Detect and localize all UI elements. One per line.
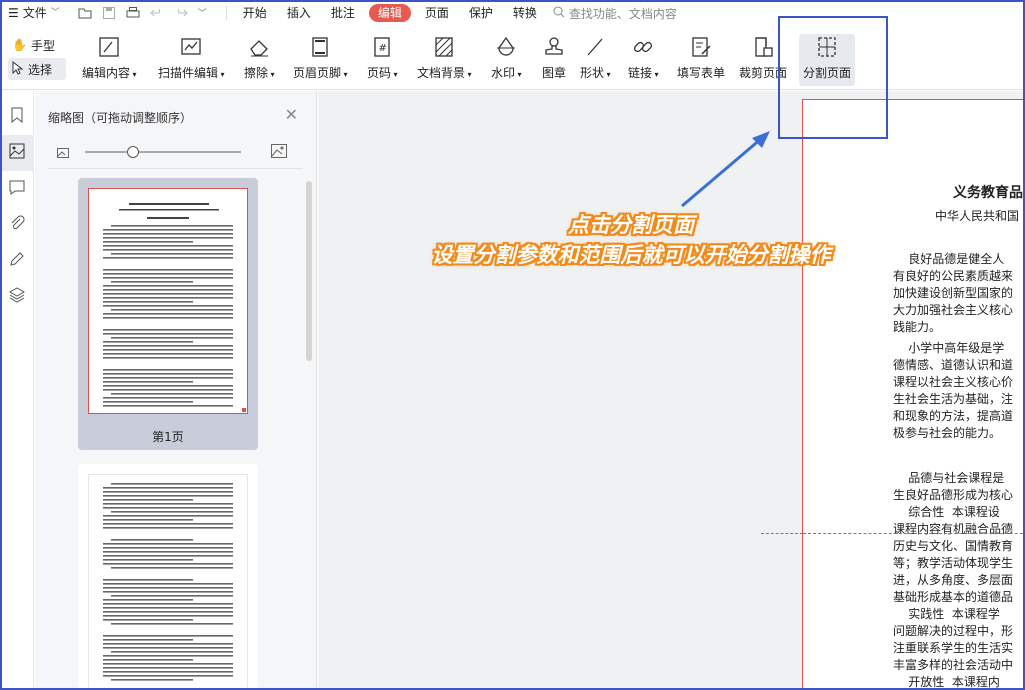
annotation-callout: 点击分割页面 设置分割参数和范围后就可以开始分割操作 bbox=[396, 210, 866, 270]
annotation-arrow bbox=[681, 131, 770, 208]
annotation-line-1: 点击分割页面 bbox=[568, 213, 694, 237]
annotation-line-2: 设置分割参数和范围后就可以开始分割操作 bbox=[431, 243, 831, 267]
